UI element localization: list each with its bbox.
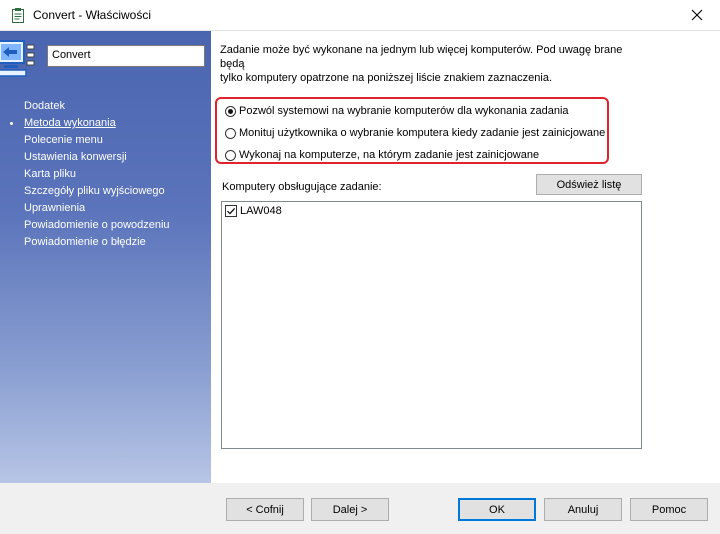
clipboard-app-icon [12, 8, 24, 23]
main-content: Zadanie może być wykonane na jednym lub … [211, 31, 720, 483]
sidebar-item-ustawienia-konwersji[interactable]: Ustawienia konwersji [24, 149, 170, 166]
execution-options-group: Pozwól systemowi na wybranie komputerów … [215, 97, 609, 164]
computer-task-icon [0, 40, 35, 77]
sidebar-item-uprawnienia[interactable]: Uprawnienia [24, 200, 170, 217]
help-button[interactable]: Pomoc [630, 498, 708, 521]
sidebar: Convert Dodatek Metoda wykonania Polecen… [0, 31, 211, 483]
task-name-field[interactable]: Convert [47, 45, 205, 67]
description: Zadanie może być wykonane na jednym lub … [220, 43, 640, 85]
sidebar-item-polecenie-menu[interactable]: Polecenie menu [24, 132, 170, 149]
sidebar-item-szczegoly-pliku[interactable]: Szczegóły pliku wyjściowego [24, 183, 170, 200]
active-bullet-icon [10, 122, 13, 125]
close-icon [691, 9, 703, 21]
title-bar: Convert - Właściwości [0, 0, 720, 31]
description-line-2: tylko komputery opatrzone na poniższej l… [220, 72, 552, 84]
computer-name: LAW048 [240, 205, 282, 217]
footer-bar: < Cofnij Dalej > OK Anuluj Pomoc [0, 483, 720, 534]
radio-unchecked-icon [225, 149, 236, 161]
sidebar-item-powiadomienie-blad[interactable]: Powiadomienie o błędzie [24, 234, 170, 251]
option-label: Pozwól systemowi na wybranie komputerów … [239, 105, 569, 117]
refresh-list-button[interactable]: Odśwież listę [536, 174, 642, 195]
option-prompt-user[interactable]: Monituj użytkownika o wybranie komputera… [225, 127, 605, 139]
close-button[interactable] [674, 0, 720, 30]
list-item[interactable]: LAW048 [225, 205, 282, 217]
radio-unchecked-icon [225, 127, 236, 139]
description-line-1: Zadanie może być wykonane na jednym lub … [220, 44, 623, 70]
option-system-choice[interactable]: Pozwól systemowi na wybranie komputerów … [225, 105, 569, 117]
sidebar-item-label: Metoda wykonania [24, 117, 116, 129]
option-run-on-initiating-computer[interactable]: Wykonaj na komputerze, na którym zadanie… [225, 149, 539, 161]
radio-checked-icon [225, 105, 236, 117]
sidebar-item-karta-pliku[interactable]: Karta pliku [24, 166, 170, 183]
sidebar-item-powiadomienie-powodzenie[interactable]: Powiadomienie o powodzeniu [24, 217, 170, 234]
computers-list[interactable]: LAW048 [221, 201, 642, 449]
option-label: Monituj użytkownika o wybranie komputera… [239, 127, 606, 139]
checkbox-checked-icon[interactable] [225, 205, 237, 217]
sidebar-item-dodatek[interactable]: Dodatek [24, 98, 170, 115]
back-button[interactable]: < Cofnij [226, 498, 304, 521]
sidebar-item-metoda-wykonania[interactable]: Metoda wykonania [10, 115, 170, 132]
next-button[interactable]: Dalej > [311, 498, 389, 521]
computers-list-label: Komputery obsługujące zadanie: [222, 181, 382, 193]
sidebar-nav: Dodatek Metoda wykonania Polecenie menu … [10, 98, 170, 251]
cancel-button[interactable]: Anuluj [544, 498, 622, 521]
window-title: Convert - Właściwości [33, 8, 152, 22]
ok-button[interactable]: OK [458, 498, 536, 521]
option-label: Wykonaj na komputerze, na którym zadanie… [239, 149, 540, 161]
